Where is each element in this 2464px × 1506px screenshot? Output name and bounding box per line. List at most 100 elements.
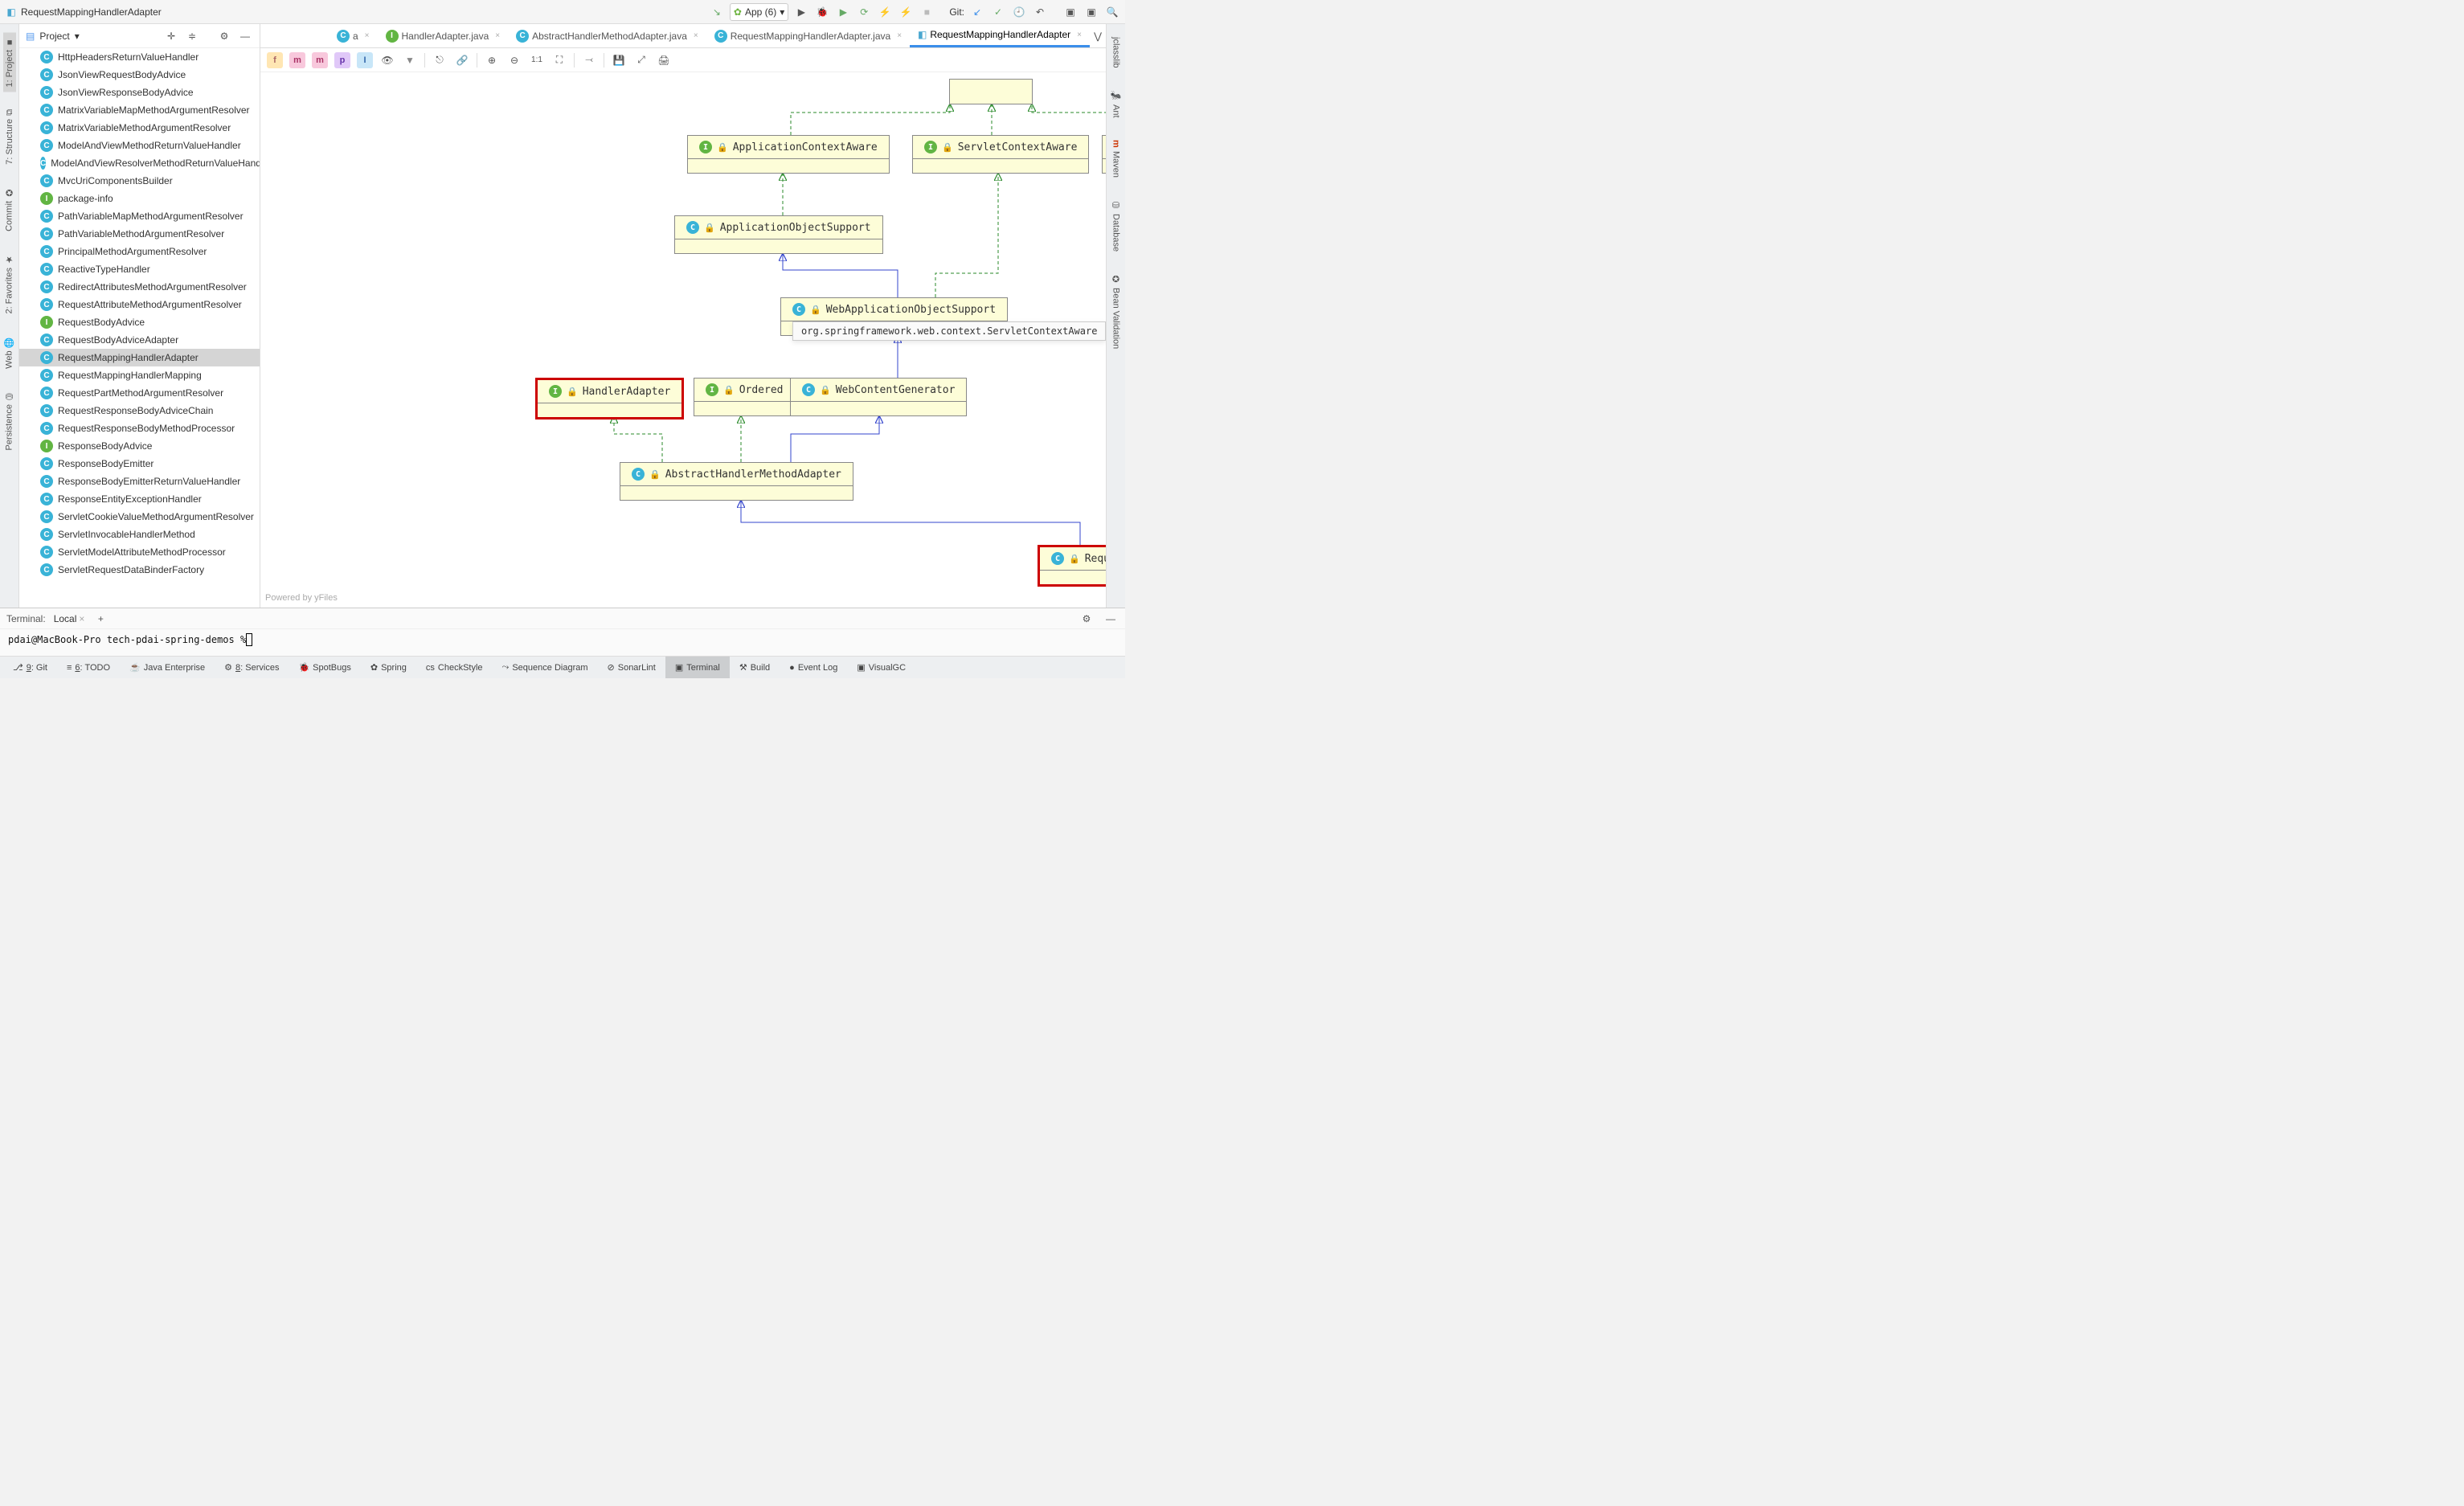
coverage-button[interactable]: ▶: [835, 6, 851, 18]
git-revert-icon[interactable]: ↶: [1032, 6, 1048, 18]
tree-item[interactable]: CServletModelAttributeMethodProcessor: [19, 543, 260, 561]
zoom-in-icon[interactable]: ⊕: [484, 55, 500, 66]
status-bar-item[interactable]: ⤳Sequence Diagram: [493, 657, 598, 678]
status-bar-item[interactable]: ●Event Log: [780, 657, 847, 678]
collapse-icon[interactable]: ≑: [184, 31, 200, 42]
deps-icon[interactable]: ⎋: [432, 54, 448, 66]
build-icon[interactable]: ↘: [709, 6, 725, 18]
status-bar-item[interactable]: ▣VisualGC: [847, 657, 915, 678]
close-icon[interactable]: ×: [365, 31, 370, 40]
uml-node-applicationcontextaware[interactable]: I🔒ApplicationContextAware: [687, 135, 890, 174]
editor-tab[interactable]: CRequestMappingHandlerAdapter.java×: [706, 24, 910, 47]
link-icon[interactable]: 🔗: [454, 55, 470, 66]
tab-database[interactable]: ⛁ Database: [1109, 195, 1123, 256]
tree-item[interactable]: CResponseEntityExceptionHandler: [19, 490, 260, 508]
tree-item[interactable]: CServletCookieValueMethodArgumentResolve…: [19, 508, 260, 526]
tab-structure[interactable]: 7: Structure ⧉: [3, 104, 16, 170]
search-icon[interactable]: 🔍: [1104, 6, 1120, 18]
tree-item[interactable]: CHttpHeadersReturnValueHandler: [19, 48, 260, 66]
attach-button[interactable]: ⚡: [877, 6, 893, 18]
uml-node-beanfactoryaware[interactable]: I🔒BeanFactoryAware: [1102, 135, 1106, 174]
close-icon[interactable]: ×: [897, 31, 902, 40]
tab-project[interactable]: 1: Project ■: [3, 32, 16, 92]
export-icon[interactable]: ⤢: [633, 54, 649, 66]
tree-item[interactable]: CMatrixVariableMapMethodArgumentResolver: [19, 101, 260, 119]
tree-item[interactable]: CPathVariableMethodArgumentResolver: [19, 225, 260, 243]
tree-item[interactable]: IResponseBodyAdvice: [19, 437, 260, 455]
terminal-tab[interactable]: Local ×: [54, 613, 85, 624]
tab-ant[interactable]: 🐜 Ant: [1109, 86, 1123, 123]
visibility-icon[interactable]: 👁: [379, 55, 395, 66]
editor-tab[interactable]: ◧RequestMappingHandlerAdapter×: [910, 24, 1090, 47]
gear-icon[interactable]: ⚙: [1079, 613, 1095, 624]
tree-item[interactable]: CRequestMappingHandlerMapping: [19, 366, 260, 384]
git-commit-icon[interactable]: ✓: [990, 6, 1006, 18]
debug-button[interactable]: 🐞: [814, 6, 830, 18]
uml-node-webcontentgenerator[interactable]: C🔒WebContentGenerator: [790, 378, 967, 416]
editor-tab[interactable]: IHandlerAdapter.java×: [378, 24, 509, 47]
save-icon[interactable]: 💾: [611, 55, 627, 66]
close-icon[interactable]: ×: [1077, 31, 1082, 39]
status-bar-item[interactable]: ▣Terminal: [665, 657, 730, 678]
tree-item[interactable]: CModelAndViewResolverMethodReturnValueHa…: [19, 154, 260, 172]
zoom-out-icon[interactable]: ⊖: [506, 55, 522, 66]
tree-item[interactable]: IRequestBodyAdvice: [19, 313, 260, 331]
tree-item[interactable]: CReactiveTypeHandler: [19, 260, 260, 278]
chevron-down-icon[interactable]: ▾: [75, 31, 80, 42]
tab-commit[interactable]: Commit ✪: [2, 182, 16, 236]
add-terminal-icon[interactable]: +: [92, 613, 108, 624]
tree-item[interactable]: CRedirectAttributesMethodArgumentResolve…: [19, 278, 260, 296]
tree-item[interactable]: CPrincipalMethodArgumentResolver: [19, 243, 260, 260]
locate-icon[interactable]: ✛: [163, 31, 179, 42]
tab-favorites[interactable]: 2: Favorites ★: [2, 249, 16, 318]
zoom-fit-icon[interactable]: ⛶: [551, 54, 567, 66]
tree-item[interactable]: CJsonViewRequestBodyAdvice: [19, 66, 260, 84]
filter-inner-button[interactable]: I: [357, 52, 373, 68]
tree-item[interactable]: CPathVariableMapMethodArgumentResolver: [19, 207, 260, 225]
layout-icon[interactable]: ⤙: [581, 54, 597, 66]
tree-item[interactable]: CModelAndViewMethodReturnValueHandler: [19, 137, 260, 154]
tree-item[interactable]: CRequestAttributeMethodArgumentResolver: [19, 296, 260, 313]
tree-item[interactable]: CRequestMappingHandlerAdapter: [19, 349, 260, 366]
terminal-body[interactable]: pdai@MacBook-Pro tech-pdai-spring-demos …: [0, 629, 1125, 650]
editor-tab[interactable]: CAbstractHandlerMethodAdapter.java×: [508, 24, 706, 47]
close-icon[interactable]: ×: [495, 31, 500, 40]
status-bar-item[interactable]: ⊘SonarLint: [598, 657, 665, 678]
git-history-icon[interactable]: 🕘: [1011, 6, 1027, 18]
zoom-actual-icon[interactable]: 1:1: [529, 55, 545, 64]
breakpoint-icon[interactable]: ▣: [1062, 6, 1079, 18]
filter-fields-button[interactable]: f: [267, 52, 283, 68]
uml-node-servletcontextaware[interactable]: I🔒ServletContextAware: [912, 135, 1089, 174]
close-icon[interactable]: ×: [694, 31, 698, 40]
filter-icon[interactable]: ▼: [402, 55, 418, 66]
tabs-more-icon[interactable]: ⋁: [1090, 31, 1106, 42]
profile-button[interactable]: ⟳: [856, 6, 872, 18]
filter-properties-button[interactable]: p: [334, 52, 350, 68]
tree-item[interactable]: CRequestResponseBodyMethodProcessor: [19, 419, 260, 437]
uml-node-ordered[interactable]: I🔒Ordered: [694, 378, 796, 416]
project-tree[interactable]: CHttpHeadersReturnValueHandlerCJsonViewR…: [19, 48, 260, 608]
tree-item[interactable]: CResponseBodyEmitter: [19, 455, 260, 473]
uml-node-applicationobjectsupport[interactable]: C🔒ApplicationObjectSupport: [674, 215, 883, 254]
status-bar-item[interactable]: ⚒Build: [730, 657, 780, 678]
status-bar-item[interactable]: 🐞SpotBugs: [289, 657, 360, 678]
minimize-icon[interactable]: —: [237, 31, 253, 42]
status-bar-item[interactable]: ≡6: TODO: [57, 657, 120, 678]
status-bar-item[interactable]: ☕Java Enterprise: [120, 657, 215, 678]
filter-methods-button[interactable]: m: [289, 52, 305, 68]
tree-item[interactable]: CJsonViewResponseBodyAdvice: [19, 84, 260, 101]
tab-web[interactable]: Web 🌐: [2, 332, 16, 374]
tree-item[interactable]: Ipackage-info: [19, 190, 260, 207]
project-view-label[interactable]: Project: [39, 31, 69, 42]
tree-item[interactable]: CRequestPartMethodArgumentResolver: [19, 384, 260, 402]
status-bar-item[interactable]: csCheckStyle: [416, 657, 493, 678]
tab-jclasslib[interactable]: jclasslib: [1110, 32, 1123, 73]
attach-button-2[interactable]: ⚡: [898, 6, 914, 18]
stop-button[interactable]: ■: [919, 6, 935, 18]
git-pull-icon[interactable]: ↙: [969, 6, 985, 18]
run-config-selector[interactable]: ✿ App (6) ▾: [730, 3, 788, 21]
status-bar-item[interactable]: ⚙8: Services: [215, 657, 289, 678]
status-bar-item[interactable]: ⎇9: Git: [3, 657, 57, 678]
tab-maven[interactable]: m Maven: [1110, 135, 1123, 182]
tab-persistence[interactable]: Persistence ⛁: [2, 386, 16, 455]
